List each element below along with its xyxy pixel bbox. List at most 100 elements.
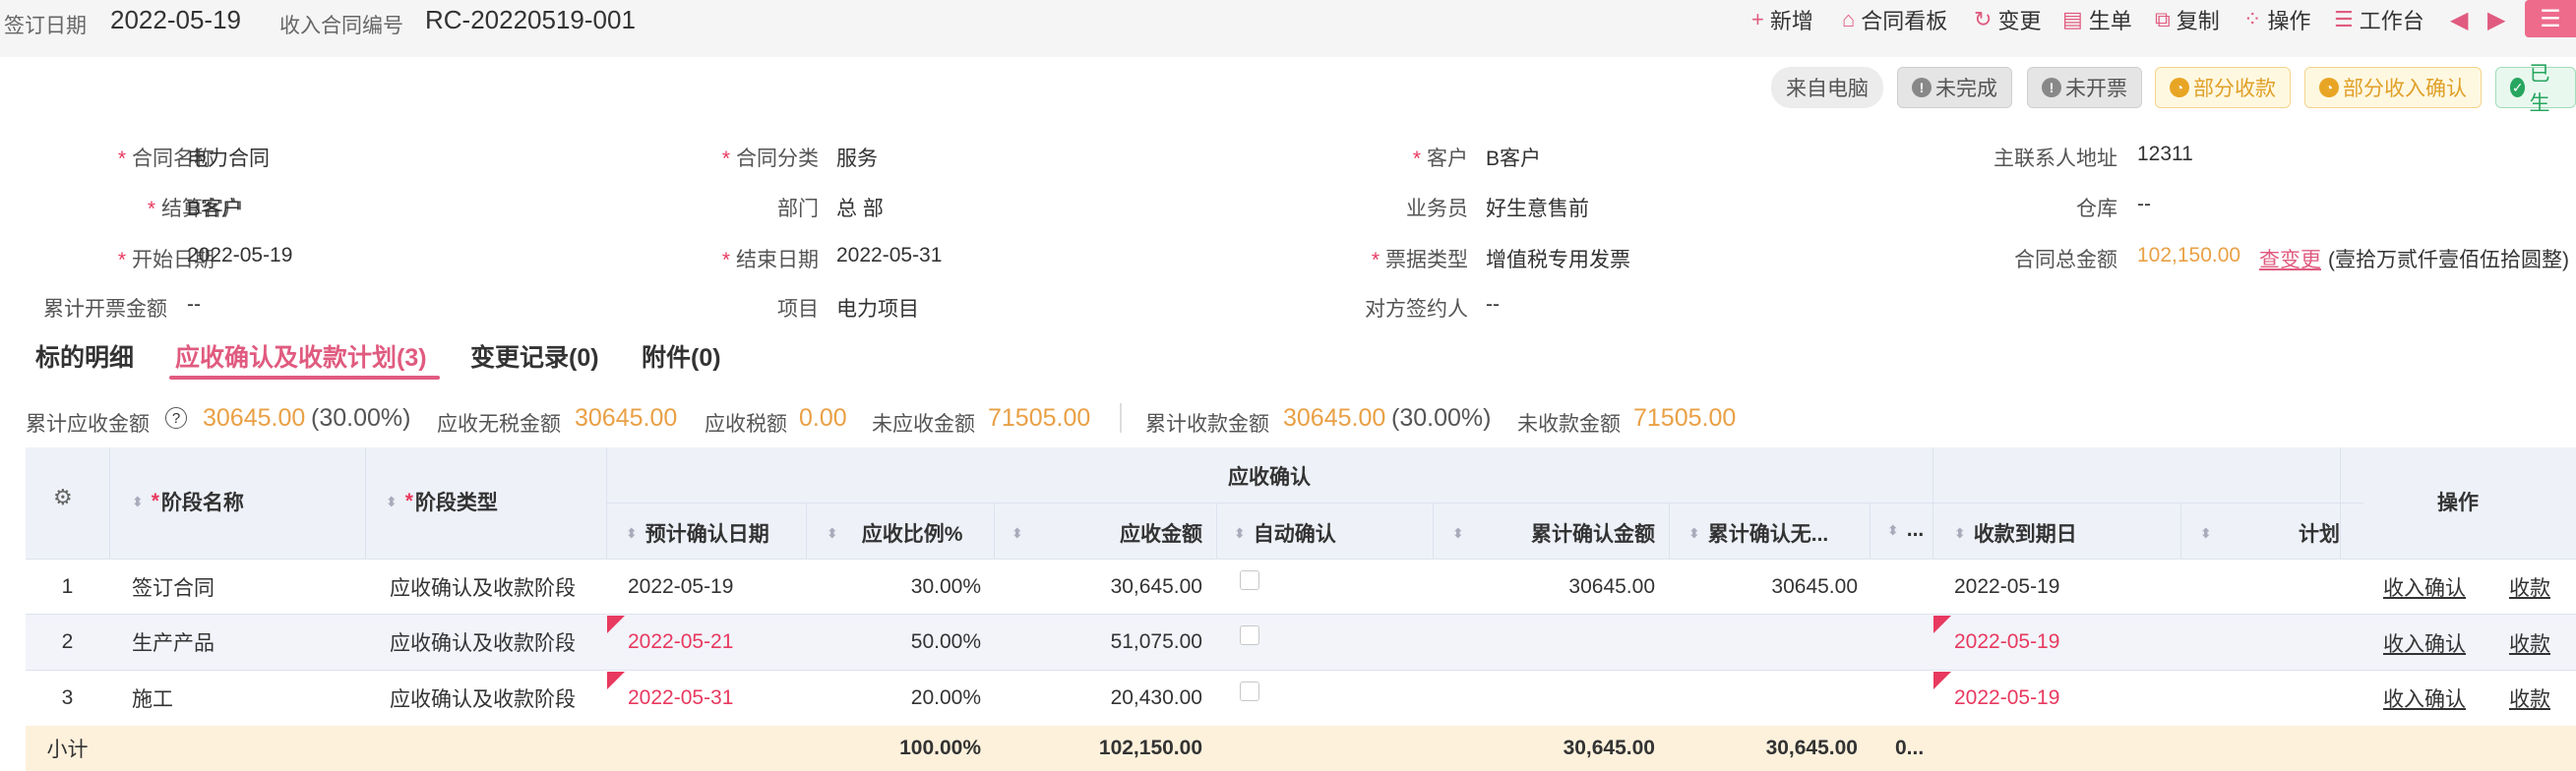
total-amount-value: 102,150.00 [2137, 244, 2241, 267]
row-ratio[interactable]: 50.00% [806, 615, 981, 670]
row-ratio[interactable]: 30.00% [806, 560, 981, 614]
category-label: * 合同分类 [721, 148, 819, 170]
summary-collected-label: 累计收款金额 [1145, 413, 1269, 436]
summary-divider [1120, 403, 1122, 433]
revenue-confirm-link[interactable]: 收入确认 [2383, 628, 2466, 658]
change-button[interactable]: ↻ 变更 [1974, 3, 2041, 36]
warehouse-value: -- [2137, 193, 2151, 215]
end-date-value: 2022-05-31 [836, 244, 943, 267]
row-stage-name[interactable]: 生产产品 [132, 615, 215, 670]
row-plan-date[interactable]: 2022-05-31 [628, 671, 733, 726]
header-due-date[interactable]: ⬍ 收款到期日 [1954, 518, 2077, 548]
auto-confirm-checkbox[interactable] [1240, 625, 1259, 645]
row-amount[interactable]: 51,075.00 [994, 615, 1202, 670]
settle-customer-value: B客户 [187, 198, 243, 220]
row-index: 2 [61, 630, 74, 653]
row-stage-name[interactable]: 签订合同 [132, 560, 215, 614]
collect-link[interactable]: 收款 [2509, 572, 2550, 602]
prev-arrow-icon[interactable]: ◀ [2450, 6, 2468, 34]
view-change-link[interactable]: 查变更 [2259, 244, 2321, 273]
error-flag-icon [1933, 616, 1951, 633]
next-arrow-icon[interactable]: ▶ [2487, 6, 2505, 34]
row-cum-amount [1433, 671, 1655, 726]
generate-doc-icon: ▤ [2062, 7, 2083, 31]
column-settings-gear-icon[interactable]: ⚙ [53, 485, 73, 510]
sign-date-value: 2022-05-19 [110, 5, 241, 34]
tab-receivable-plan[interactable]: 应收确认及收款计划(3) [175, 338, 427, 374]
error-flag-icon [607, 616, 625, 633]
header-auto-confirm[interactable]: ⬍ 自动确认 [1234, 518, 1336, 548]
row-due-date[interactable]: 2022-05-19 [1954, 671, 2059, 726]
invoiced-amount-label: 累计开票金额 [43, 298, 167, 321]
header-ratio[interactable]: ⬍ 应收比例% [827, 518, 962, 548]
collect-link[interactable]: 收款 [2509, 628, 2550, 658]
copy-button[interactable]: ⧉ 复制 [2155, 3, 2220, 36]
row-plan-date[interactable]: 2022-05-19 [628, 560, 733, 614]
tab-subject-details[interactable]: 标的明细 [35, 338, 134, 374]
row-due-date[interactable]: 2022-05-19 [1954, 560, 2059, 614]
tab-change-records[interactable]: 变更记录(0) [470, 338, 599, 374]
row-plan-date[interactable]: 2022-05-21 [628, 615, 733, 670]
workbench-button[interactable]: ☰ 工作台 [2334, 3, 2424, 36]
status-tag-partial-confirmed: ◔ 部分收入确认 [2304, 67, 2482, 108]
generate-doc-button[interactable]: ▤ 生单 [2062, 3, 2132, 36]
status-tag-label: 部分收入确认 [2343, 78, 2467, 100]
revenue-confirm-link[interactable]: 收入确认 [2383, 683, 2466, 713]
status-tag-not-invoiced: ! 未开票 [2027, 67, 2142, 108]
header-stage-name[interactable]: ⬍ * 阶段名称 [132, 487, 244, 516]
signer-value: -- [1486, 293, 1500, 316]
revenue-confirm-link[interactable]: 收入确认 [2383, 572, 2466, 602]
exclamation-icon: ! [1912, 78, 1932, 97]
operate-button[interactable]: ⁘ 操作 [2243, 3, 2310, 36]
tab-attachments[interactable]: 附件(0) [642, 338, 721, 374]
total-amount-words: (壹拾万贰仟壹佰伍拾圆整) [2328, 249, 2569, 271]
menu-icon[interactable]: ☰ [2525, 0, 2576, 37]
subtotal-cum-notax: 30,645.00 [1765, 737, 1858, 759]
auto-confirm-checkbox[interactable] [1240, 570, 1259, 590]
sort-icon: ⬍ [2200, 524, 2212, 541]
copy-icon: ⧉ [2155, 7, 2171, 31]
warehouse-label: 仓库 [2076, 198, 2117, 220]
end-date-label: * 结束日期 [721, 249, 819, 271]
invoice-type-label: * 票据类型 [1371, 249, 1468, 271]
row-stage-type[interactable]: 应收确认及收款阶段 [390, 560, 576, 614]
header-amount[interactable]: ⬍ 应收金额 [1012, 518, 1202, 548]
row-due-date[interactable]: 2022-05-19 [1954, 615, 2059, 670]
status-tag-label: 部分收款 [2193, 78, 2276, 100]
contract-name-value: 电力合同 [187, 148, 270, 170]
add-button[interactable]: + 新增 [1751, 3, 1813, 36]
row-cum-amount [1433, 615, 1655, 670]
header-operation: 操作 [2437, 492, 2479, 514]
clock-icon: ◔ [2319, 78, 2339, 97]
header-stage-type[interactable]: ⬍ * 阶段类型 [386, 487, 498, 516]
row-ratio[interactable]: 20.00% [806, 671, 981, 726]
sort-icon: ⬍ [1234, 524, 1246, 541]
header-cum-amount[interactable]: ⬍ 累计确认金额 [1452, 518, 1655, 548]
header-plan-date[interactable]: ⬍ 预计确认日期 [626, 518, 769, 548]
row-stage-name[interactable]: 施工 [132, 671, 173, 726]
auto-confirm-checkbox[interactable] [1240, 682, 1259, 701]
subtotal-label: 小计 [46, 739, 89, 761]
row-stage-type[interactable]: 应收确认及收款阶段 [390, 671, 576, 726]
collect-link[interactable]: 收款 [2509, 683, 2550, 713]
error-flag-icon [1933, 672, 1951, 689]
project-value: 电力项目 [836, 298, 919, 321]
active-tab-indicator [169, 376, 440, 380]
sort-icon: ⬍ [626, 524, 638, 541]
header-cum-notax[interactable]: ⬍ 累计确认无... [1688, 518, 1828, 548]
row-amount[interactable]: 30,645.00 [994, 560, 1202, 614]
status-tag-label: 已生 [2529, 63, 2550, 115]
row-amount[interactable]: 20,430.00 [994, 671, 1202, 726]
help-icon[interactable]: ? [165, 407, 187, 429]
header-more[interactable]: ⬍... [1887, 518, 1924, 542]
row-stage-type[interactable]: 应收确认及收款阶段 [390, 615, 576, 670]
operate-button-label: 操作 [2267, 9, 2311, 33]
summary-tax-label: 应收税额 [705, 413, 787, 436]
error-flag-icon [607, 672, 625, 689]
contract-no-value: RC-20220519-001 [425, 5, 636, 34]
contract-board-button[interactable]: ⌂ 合同看板 [1842, 3, 1947, 36]
receivable-plan-table: ⚙ ⬍ * 阶段名称 ⬍ * 阶段类型 应收确认 操作 ⬍ 预计确认日期 ⬍ 应收比例% ⬍… [26, 447, 2576, 771]
sort-icon: ⬍ [1452, 524, 1464, 541]
header-plan[interactable]: ⬍ 计划 [2200, 518, 2340, 548]
summary-notax-value: 30645.00 [575, 404, 678, 432]
